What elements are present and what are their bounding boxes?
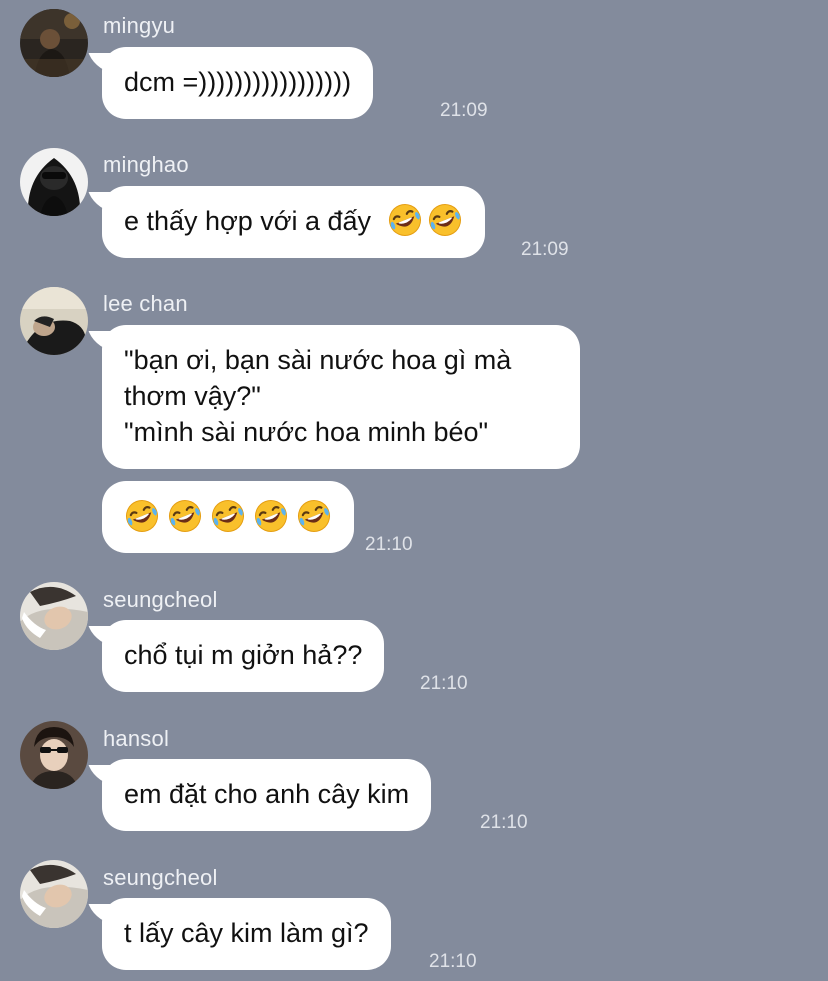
message-time: 21:10 bbox=[365, 534, 413, 555]
sender-name: mingyu bbox=[103, 13, 176, 38]
message-text: chổ tụi m giởn hả?? bbox=[124, 640, 363, 670]
rofl-emoji-icon bbox=[427, 202, 463, 238]
sender-name: seungcheol bbox=[103, 587, 218, 612]
message-text: em đặt cho anh cây kim bbox=[124, 779, 410, 809]
message-time: 21:10 bbox=[480, 812, 528, 833]
chat-view[interactable]: mingyu dcm =))))))))))))))))) 21:09 ming… bbox=[0, 0, 828, 981]
sender-name: seungcheol bbox=[103, 865, 218, 890]
message-time: 21:09 bbox=[440, 100, 488, 121]
rofl-emoji-icon bbox=[296, 498, 332, 534]
mingyu-avatar[interactable] bbox=[20, 9, 88, 77]
message-text-line: thơm vậy?" bbox=[124, 381, 261, 411]
message-bubble[interactable]: t lấy cây kim làm gì? bbox=[102, 898, 391, 970]
message-time: 21:10 bbox=[420, 673, 468, 694]
sender-name: hansol bbox=[103, 726, 170, 751]
rofl-emoji-icon bbox=[210, 498, 246, 534]
leechan-avatar[interactable] bbox=[20, 287, 88, 355]
message-text-line: "mình sài nước hoa minh béo" bbox=[124, 417, 489, 447]
rofl-emoji-icon bbox=[387, 202, 423, 238]
minghao-avatar[interactable] bbox=[20, 148, 88, 216]
message-bubble[interactable] bbox=[102, 481, 354, 553]
message-bubble[interactable]: em đặt cho anh cây kim bbox=[102, 759, 432, 831]
message-bubble[interactable]: "bạn ơi, bạn sài nước hoa gì mà thơm vậy… bbox=[102, 325, 580, 469]
sender-name: minghao bbox=[103, 152, 189, 177]
seungcheol-avatar[interactable] bbox=[20, 582, 88, 650]
message-bubble[interactable]: e thấy hợp với a đấy bbox=[102, 186, 485, 258]
emoji-row bbox=[124, 498, 332, 534]
rofl-emoji-icon bbox=[167, 498, 203, 534]
message-text: e thấy hợp với a đấy bbox=[124, 206, 372, 236]
message-text: t lấy cây kim làm gì? bbox=[124, 918, 369, 948]
message-bubble[interactable]: dcm =))))))))))))))))) bbox=[102, 47, 374, 119]
rofl-emoji-icon bbox=[124, 498, 160, 534]
seungcheol-avatar[interactable] bbox=[20, 860, 88, 928]
sender-name: lee chan bbox=[103, 291, 188, 316]
message-text: dcm =))))))))))))))))) bbox=[124, 67, 352, 97]
message-time: 21:10 bbox=[429, 951, 477, 972]
message-text-line: "bạn ơi, bạn sài nước hoa gì mà bbox=[124, 345, 512, 375]
message-bubble[interactable]: chổ tụi m giởn hả?? bbox=[102, 620, 385, 692]
message-time: 21:09 bbox=[521, 239, 569, 260]
hansol-avatar[interactable] bbox=[20, 721, 88, 789]
rofl-emoji-icon bbox=[253, 498, 289, 534]
